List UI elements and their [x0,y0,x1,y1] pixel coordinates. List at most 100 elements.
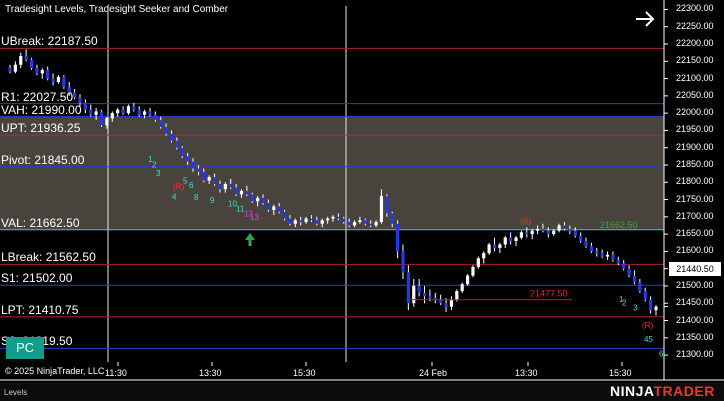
seeker-count: 3 [633,304,638,313]
candle-body [94,111,98,115]
seeker-count: 8 [194,193,199,202]
y-tick-label: 21500.00 [676,279,714,290]
seeker-count: (R) [520,217,531,226]
candle-body [498,244,502,248]
current-price-marker: 21440.50 [669,262,721,276]
candle-body [600,253,604,257]
y-tick-label: 21350.00 [676,331,714,342]
candle-body [132,106,136,110]
y-tick-label: 22250.00 [676,20,714,31]
candle-body [573,230,577,236]
candle-body [444,303,448,307]
candle-body [589,246,593,252]
seeker-count: 4 [172,192,177,201]
candle-body [186,156,190,162]
y-tick-label: 21800.00 [676,176,714,187]
chart-panel[interactable]: 21477.50 21662.50 1 2 3 4 5 6 8 9 10 11 12 13 (R) (R) 1 2… [0,0,724,401]
level-label-7: S1: 21502.00 [1,271,73,286]
x-tick-label: 15:30 [293,368,316,378]
y-tick-label: 21900.00 [676,141,714,152]
pc-badge[interactable]: PC [6,337,44,359]
y-tick-label: 21750.00 [676,193,714,204]
candle-body [116,109,120,114]
candle-body [616,260,620,264]
candle-body [266,203,270,210]
seeker-count: 13 [250,213,259,222]
seeker-count: 6 [189,181,194,190]
candle-body [40,69,44,74]
candle-body [519,232,524,238]
candle-body [320,220,324,224]
candle-body [202,171,206,181]
candle-body [638,282,642,292]
candle-body [51,78,55,83]
candle-body [417,285,421,293]
brand-logo: NINJATRADER [610,383,715,399]
seeker-count: 9 [210,196,215,205]
y-tick-label: 21450.00 [676,297,714,308]
candle-body [557,225,561,231]
x-tick-label: 11:30 [105,368,127,378]
candle-body [159,120,163,127]
candle-body [449,299,454,307]
buy-arrow-icon [245,233,255,246]
candle-body [272,206,276,210]
candle-body [29,59,34,69]
candle-body [352,222,357,226]
chart-title: Tradesight Levels, Tradesight Seeker and… [5,4,229,15]
candle-body [8,68,12,72]
seeker-count: (R) [173,183,184,192]
candle-body [137,109,141,115]
x-tick-label: 15:30 [609,368,632,378]
candle-body [250,194,254,202]
candle-body [584,241,588,247]
candle-body [390,213,394,224]
candle-body [369,223,373,226]
candle-body [595,251,599,254]
candle-body [622,263,626,269]
candle-body [482,253,486,259]
seeker-count: 6 [659,350,664,359]
candle-body [471,266,475,276]
candle-body [525,232,529,235]
x-tick-label: 24 Feb [419,368,448,378]
y-tick-label: 21300.00 [676,349,714,360]
candle-body [562,225,567,229]
candle-body [288,218,292,224]
seeker-count: (R) [642,321,653,330]
y-tick-label: 21850.00 [676,158,714,169]
candle-body [19,56,23,65]
seeker-count: 45 [644,335,653,344]
candle-body [256,197,260,202]
candle-body [245,190,249,195]
price-chart[interactable]: 21477.5021662.5012345 68 9 10111213(R)(R)12… [0,0,724,401]
candle-body [218,184,222,190]
candle-body [476,258,480,267]
candle-body [401,251,405,273]
candle-body [412,285,416,304]
y-tick-label: 21400.00 [676,314,714,325]
candle-body [175,140,179,148]
candle-body [654,306,658,311]
candle-body [35,68,39,74]
candle-body [309,218,314,221]
candle-body [385,196,389,214]
candle-body [643,291,647,300]
candle-body [293,220,297,224]
candle-body [239,190,244,195]
y-tick-label: 22000.00 [676,107,714,118]
candle-body [24,56,28,60]
candle-body [406,272,410,304]
candle-body [487,244,491,254]
candle-body [514,237,518,242]
candle-body [632,275,637,283]
candle-body [73,92,77,98]
candle-body [331,216,335,219]
indicator-label[interactable]: Levels [4,388,27,397]
candle-body [299,220,303,223]
candle-body [552,230,556,235]
candle-body [153,114,157,121]
candle-body [180,147,184,157]
arrow-right-icon[interactable] [634,8,656,30]
y-tick-label: 22100.00 [676,72,714,83]
